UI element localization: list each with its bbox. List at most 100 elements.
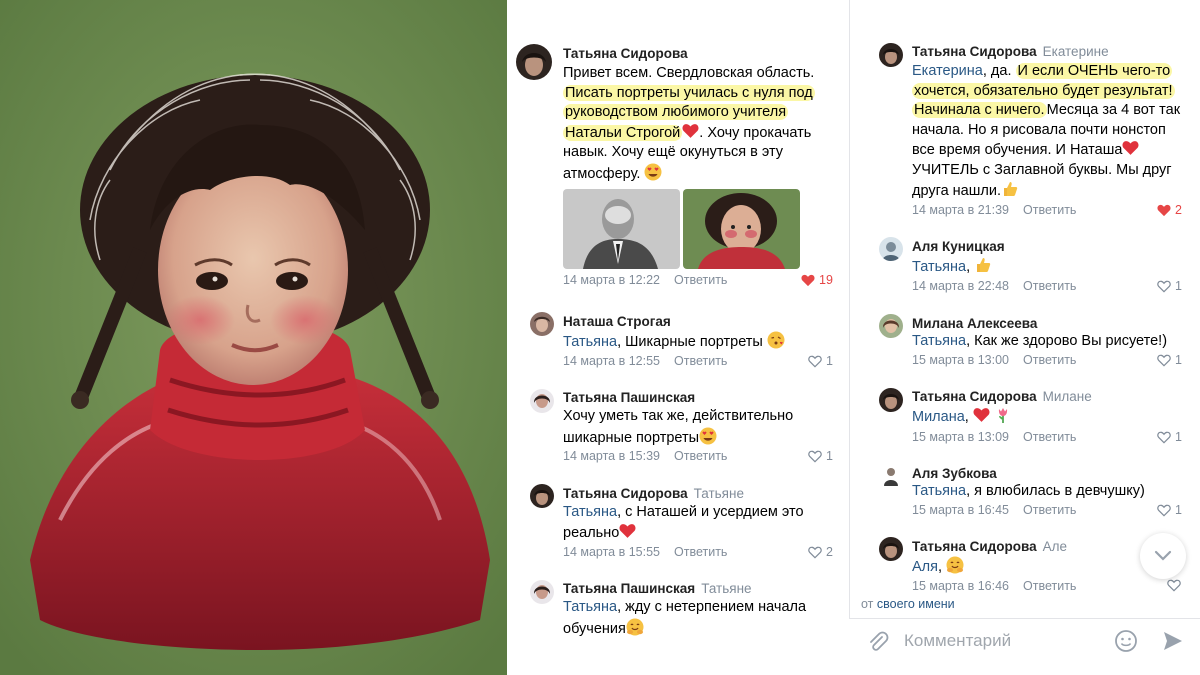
comment-date[interactable]: 14 марта в 12:55 bbox=[563, 354, 660, 368]
heart-emoji-icon bbox=[1122, 141, 1139, 155]
comment-text: Хочу уметь так же, действительно шикарны… bbox=[563, 407, 843, 448]
mention-link[interactable]: Татьяна bbox=[912, 259, 966, 275]
mention-link[interactable]: Екатерина bbox=[912, 63, 983, 79]
attached-photo[interactable] bbox=[683, 189, 800, 269]
reply-to-name: Екатерине bbox=[1042, 44, 1109, 59]
comment-text: Татьяна, с Наташей и усердием это реальн… bbox=[563, 503, 843, 543]
author-name[interactable]: Татьяна Сидорова bbox=[912, 389, 1037, 404]
comment-author[interactable]: Татьяна Пашинская bbox=[563, 390, 695, 405]
heart-eyes-emoji-icon bbox=[644, 163, 662, 180]
like-button[interactable]: 1 bbox=[808, 449, 833, 463]
comment-text-part: навык. Хочу ещё окунуться в эту bbox=[563, 144, 784, 160]
like-button[interactable]: 1 bbox=[808, 354, 833, 368]
mention-link[interactable]: Татьяна bbox=[563, 504, 617, 520]
attached-photo[interactable] bbox=[563, 189, 680, 269]
comment-date[interactable]: 15 марта в 16:45 bbox=[912, 503, 1009, 517]
comment-date[interactable]: 15 марта в 16:46 bbox=[912, 579, 1009, 593]
heart-emoji-icon bbox=[682, 123, 699, 138]
comment-author[interactable]: Наташа Строгая bbox=[563, 314, 671, 329]
comment-author[interactable]: Милана Алексеева bbox=[912, 316, 1037, 331]
avatar[interactable] bbox=[879, 388, 903, 412]
author-name[interactable]: Татьяна Пашинская bbox=[563, 581, 695, 596]
comment-author[interactable]: Татьяна Сидорова Але bbox=[912, 539, 1067, 554]
mention-link[interactable]: Аля bbox=[912, 559, 938, 575]
comment-author[interactable]: Татьяна Сидорова Татьяне bbox=[563, 486, 744, 501]
comment-date[interactable]: 14 марта в 21:39 bbox=[912, 203, 1009, 217]
scroll-down-button[interactable] bbox=[1140, 533, 1186, 579]
comment-date[interactable]: 15 марта в 13:00 bbox=[912, 353, 1009, 367]
attach-icon[interactable] bbox=[867, 631, 889, 653]
comment-text: Татьяна, жду с нетерпением начала обучен… bbox=[563, 598, 843, 639]
comment-author[interactable]: Татьяна Сидорова Екатерине bbox=[912, 44, 1109, 59]
like-button[interactable]: 1 bbox=[1157, 353, 1182, 367]
comment-input[interactable]: Комментарий bbox=[904, 631, 1011, 651]
reply-button[interactable]: Ответить bbox=[674, 354, 727, 368]
reply-button[interactable]: Ответить bbox=[674, 273, 727, 287]
comment-meta: 15 марта в 13:09 Ответить bbox=[912, 430, 1076, 444]
comment-date[interactable]: 14 марта в 22:48 bbox=[912, 279, 1009, 293]
like-count: 19 bbox=[819, 273, 833, 287]
comment-meta: 15 марта в 16:46 Ответить bbox=[912, 579, 1076, 593]
like-count: 1 bbox=[1175, 503, 1182, 517]
reply-button[interactable]: Ответить bbox=[1023, 203, 1076, 217]
comment-author[interactable]: Татьяна Сидорова bbox=[563, 46, 688, 61]
like-button[interactable]: 2 bbox=[1157, 203, 1182, 217]
comment-meta: 14 марта в 12:55 Ответить bbox=[563, 354, 727, 368]
comment-text-part: атмосферу. bbox=[563, 165, 641, 182]
reply-button[interactable]: Ответить bbox=[1023, 353, 1076, 367]
like-button[interactable]: 2 bbox=[808, 545, 833, 559]
mention-link[interactable]: Милана bbox=[912, 409, 965, 425]
like-count: 2 bbox=[1175, 203, 1182, 217]
like-button[interactable]: 1 bbox=[1157, 430, 1182, 444]
comment-author[interactable]: Татьяна Сидорова Милане bbox=[912, 389, 1092, 404]
comment-date[interactable]: 14 марта в 15:39 bbox=[563, 449, 660, 463]
author-name[interactable]: Татьяна Сидорова bbox=[563, 486, 688, 501]
reply-button[interactable]: Ответить bbox=[1023, 503, 1076, 517]
comment-date[interactable]: 15 марта в 13:09 bbox=[912, 430, 1009, 444]
avatar[interactable] bbox=[516, 44, 552, 80]
comment-text-part: , я влюбилась в девчушку) bbox=[966, 483, 1145, 499]
mention-link[interactable]: Татьяна bbox=[563, 334, 617, 350]
highlighted-text: хочется, обязательно будет результат! bbox=[912, 82, 1175, 99]
comment-text: Татьяна, Шикарные портреты bbox=[563, 331, 843, 353]
comment-author[interactable]: Татьяна Пашинская Татьяне bbox=[563, 581, 752, 596]
emoji-icon[interactable] bbox=[1114, 629, 1138, 653]
avatar[interactable] bbox=[879, 537, 903, 561]
send-icon[interactable] bbox=[1161, 629, 1185, 653]
reply-to-name: Але bbox=[1042, 539, 1067, 554]
reply-button[interactable]: Ответить bbox=[674, 545, 727, 559]
avatar[interactable] bbox=[879, 314, 903, 338]
author-name[interactable]: Татьяна Сидорова bbox=[912, 44, 1037, 59]
avatar[interactable] bbox=[879, 464, 903, 488]
reply-button[interactable]: Ответить bbox=[674, 449, 727, 463]
mention-link[interactable]: Татьяна bbox=[912, 483, 966, 499]
post-as-selector[interactable]: от своего имени bbox=[861, 597, 955, 611]
comment-date[interactable]: 14 марта в 12:22 bbox=[563, 273, 660, 287]
avatar[interactable] bbox=[879, 43, 903, 67]
author-name[interactable]: Татьяна Сидорова bbox=[912, 539, 1037, 554]
comment-author[interactable]: Аля Зубкова bbox=[912, 466, 997, 481]
comment-date[interactable]: 14 марта в 15:55 bbox=[563, 545, 660, 559]
post-as-value[interactable]: своего имени bbox=[877, 597, 955, 611]
comment-author[interactable]: Аля Куницкая bbox=[912, 239, 1005, 254]
comment-meta: 15 марта в 16:45 Ответить bbox=[912, 503, 1076, 517]
avatar[interactable] bbox=[530, 580, 554, 604]
avatar[interactable] bbox=[530, 484, 554, 508]
comment-text-part: УЧИТЕЛЬ с Заглавной буквы. Мы друг bbox=[912, 161, 1172, 178]
like-button[interactable]: 1 bbox=[1157, 279, 1182, 293]
avatar[interactable] bbox=[530, 312, 554, 336]
reply-button[interactable]: Ответить bbox=[1023, 279, 1076, 293]
comment-text-part: начала. Но я рисовала почти нонстоп bbox=[912, 121, 1166, 138]
like-button[interactable]: 19 bbox=[801, 273, 833, 287]
avatar[interactable] bbox=[530, 389, 554, 413]
like-button[interactable] bbox=[1167, 579, 1181, 592]
mention-link[interactable]: Татьяна bbox=[912, 333, 966, 349]
heart-emoji-icon bbox=[973, 408, 990, 422]
reply-to-name: Татьяне bbox=[693, 486, 744, 501]
reply-button[interactable]: Ответить bbox=[1023, 430, 1076, 444]
mention-link[interactable]: Татьяна bbox=[563, 599, 617, 615]
reply-button[interactable]: Ответить bbox=[1023, 579, 1076, 593]
like-button[interactable]: 1 bbox=[1157, 503, 1182, 517]
avatar[interactable] bbox=[879, 237, 903, 261]
heart-emoji-icon bbox=[619, 523, 636, 538]
